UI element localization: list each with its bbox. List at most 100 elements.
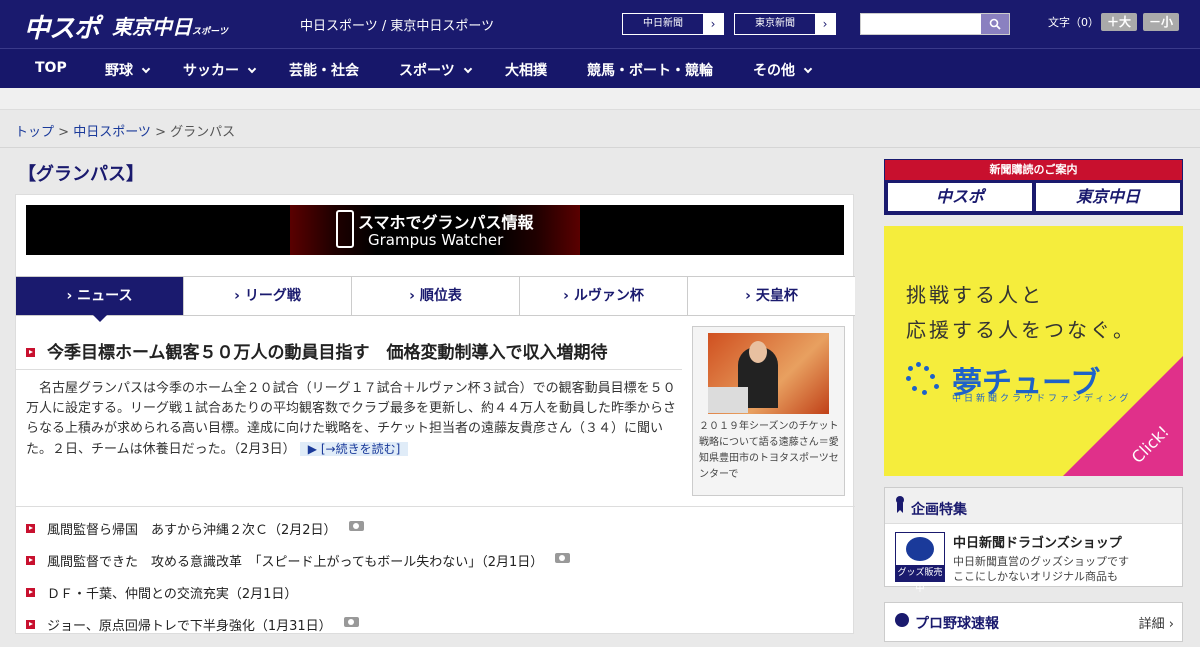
list-item[interactable]: ジョー、原点回帰トレで下半身強化（1月31日） [26,615,846,647]
bullet-arrow-icon [26,556,35,565]
nav-entertainment[interactable]: 芸能・社会 [289,60,359,80]
bullet-arrow-icon [26,620,35,629]
ad-line1: 挑戦する人と [906,283,1044,307]
list-item-text: 風間監督できた 攻める意識改革 「スピード上がってもボール失わない」（2月1日） [47,555,544,570]
camera-icon [555,553,571,563]
nav-label: TOP [35,60,67,76]
special-feature-header: 企画特集 [885,488,1182,524]
shop-desc-1: 中日新聞直営のグッズショップです [953,555,1129,568]
nav-label: スポーツ [399,63,455,79]
tokyo-logo-small: スポーツ [192,27,228,37]
baseball-live-title: プロ野球速報 [915,616,999,632]
nav-label: 競馬・ボート・競輪 [587,63,713,79]
breadcrumb-separator: > [54,125,74,140]
breadcrumb-top[interactable]: トップ [15,125,54,140]
special-feature-title: 企画特集 [911,502,967,518]
goods-label: グッズ販売中 [896,565,944,594]
banner-line2: Grampus Watcher [368,231,504,249]
nav-baseball[interactable]: 野球 [105,60,151,80]
ad-corner [1063,356,1183,476]
divider [16,369,682,370]
tab-news[interactable]: › ニュース [16,277,184,322]
font-smaller-button[interactable]: －小 [1143,13,1179,31]
smartphone-icon [336,210,354,248]
list-item-text: ジョー、原点回帰トレで下半身強化（1月31日） [47,619,332,634]
nav-label: 野球 [105,63,133,79]
tab-league[interactable]: › リーグ戦 [184,277,352,315]
nav-label: 大相撲 [505,63,547,79]
nav-label: その他 [753,63,795,79]
dragons-shop-image[interactable]: グッズ販売中 [895,532,945,594]
headline-title: 今季目標ホーム観客５０万人の動員目指す 価格変動制導入で収入増期待 [47,343,608,363]
shop-desc-2: ここにしかないオリジナル商品も [953,570,1118,583]
camera-icon [343,617,359,627]
read-more-link[interactable]: ▶ [→続きを読む] [299,442,409,456]
chevron-down-icon [247,64,257,74]
chevron-right-icon: › [703,14,723,34]
list-item[interactable]: ＤＦ・千葉、仲間との交流充実（2月1日） [26,583,846,615]
nav-top[interactable]: TOP [35,60,67,76]
page-title: 【グランパス】 [18,164,144,185]
search-icon [989,18,1001,30]
subscribe-chuspo-button[interactable]: 中スポ [888,183,1032,211]
headline-lead: 名古屋グランパスは今季のホーム全２０試合（リーグ１７試合＋ルヴァン杯３試合）での… [26,379,676,460]
chevron-down-icon [141,64,151,74]
divider [16,506,855,507]
breadcrumb-chunichi-sports[interactable]: 中日スポーツ [73,125,151,140]
photo-face [749,341,767,363]
divider [0,147,1200,148]
nav-sumo[interactable]: 大相撲 [505,60,547,80]
nav-other[interactable]: その他 [753,60,813,80]
nav-label: 芸能・社会 [289,63,359,79]
yume-tube-ad[interactable]: 挑戦する人と 応援する人をつなぐ。 夢チューブ 中日新聞クラウドファンディング … [884,226,1183,476]
sub-strip [0,88,1200,110]
list-item[interactable]: 風間監督できた 攻める意識改革 「スピード上がってもボール失わない」（2月1日） [26,551,846,583]
font-size-label: 文字（0） [1048,16,1099,29]
site-title: 中日スポーツ / 東京中日スポーツ [300,19,495,34]
grampus-watcher-banner[interactable]: スマホでグランパス情報 Grampus Watcher [26,205,844,255]
banner-line1: スマホでグランパス情報 [358,213,534,232]
nav-label: サッカー [183,63,239,79]
chuspo-logo[interactable]: 中スポ [24,8,100,45]
subscription-box: 新聞購読のご案内 中スポ 東京中日 [884,159,1183,215]
chevron-right-icon: › [815,14,835,34]
top-header: 中スポ 東京中日スポーツ 中日スポーツ / 東京中日スポーツ 中日新聞 › 東京… [0,0,1200,48]
category-tabs: › ニュース › リーグ戦 › 順位表 › ルヴァン杯 › 天皇杯 [16,276,855,322]
photo-caption: ２０１９年シーズンのチケット戦略について語る遠藤さん＝愛知県豊田市のトヨタスポー… [699,421,839,480]
news-list: 風間監督ら帰国 あすから沖縄２次Ｃ（2月2日） 風間監督できた 攻める意識改革 … [26,519,846,647]
nav-sports[interactable]: スポーツ [399,60,472,80]
nav-keiba[interactable]: 競馬・ボート・競輪 [587,60,713,80]
headline[interactable]: 今季目標ホーム観客５０万人の動員目指す 価格変動制導入で収入増期待 [26,338,608,363]
chevron-down-icon [803,64,813,74]
headline-photo[interactable]: ２０１９年シーズンのチケット戦略について語る遠藤さん＝愛知県豊田市のトヨタスポー… [692,326,845,496]
camera-icon [348,521,364,531]
tab-levain-cup[interactable]: › ルヴァン杯 [520,277,688,315]
tokyo-shimbun-label: 東京新聞 [735,14,815,34]
tab-standings[interactable]: › 順位表 [352,277,520,315]
special-feature-box: 企画特集 グッズ販売中 中日新聞ドラゴンズショップ 中日新聞直営のグッズショップ… [884,487,1183,594]
breadcrumb-current: グランパス [170,125,236,140]
chevron-down-icon [463,64,472,74]
tokyo-shimbun-button[interactable]: 東京新聞 › [734,13,836,35]
chunichi-shimbun-label: 中日新聞 [623,14,703,34]
list-item-text: ＤＦ・千葉、仲間との交流充実（2月1日） [47,587,298,602]
list-item[interactable]: 風間監督ら帰国 あすから沖縄２次Ｃ（2月2日） [26,519,846,551]
nav-soccer[interactable]: サッカー [183,60,257,80]
photo-laptop [708,387,748,413]
tokyo-logo-text: 東京中日 [112,15,192,39]
bullet-arrow-icon [26,588,35,597]
search-input[interactable] [860,13,1010,35]
dragons-shop-link[interactable]: 中日新聞ドラゴンズショップ [953,532,1122,551]
chunichi-shimbun-button[interactable]: 中日新聞 › [622,13,724,35]
mascot-icon [906,537,934,561]
baseball-icon [895,613,909,627]
search-button[interactable] [981,14,1009,34]
subscribe-tokyo-button[interactable]: 東京中日 [1036,183,1180,211]
tokyo-chunichi-logo[interactable]: 東京中日スポーツ [112,11,228,40]
bullet-arrow-icon [26,524,35,533]
font-larger-button[interactable]: ＋大 [1101,13,1137,31]
breadcrumb: トップ > 中日スポーツ > グランパス [15,121,235,140]
baseball-detail-link[interactable]: 詳細 › [1139,613,1174,632]
list-item-text: 風間監督ら帰国 あすから沖縄２次Ｃ（2月2日） [47,523,337,538]
tab-emperors-cup[interactable]: › 天皇杯 [688,277,855,315]
